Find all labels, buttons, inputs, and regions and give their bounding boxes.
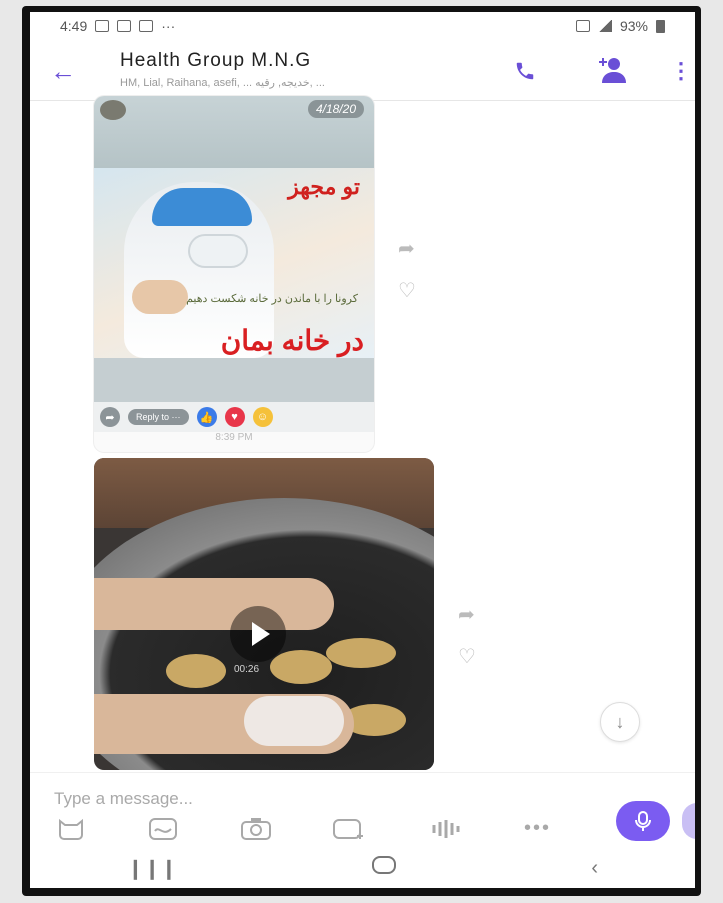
scroll-down-button[interactable]: ↓	[600, 702, 640, 742]
battery-level: 93%	[619, 18, 648, 34]
forward-icon[interactable]: ➦	[398, 236, 415, 261]
video-duration: 00:26	[234, 664, 260, 675]
recent-apps-icon[interactable]: ❙❙❙	[127, 856, 177, 881]
signal-icon	[597, 20, 612, 32]
reaction-bar: ➦ Reply to ··· 👍 ♥ ☺	[94, 402, 374, 432]
home-icon[interactable]	[371, 855, 397, 881]
microphone-icon	[635, 811, 651, 831]
audio-wave-icon[interactable]	[430, 817, 460, 846]
face-mask	[190, 236, 246, 266]
image-icon	[117, 20, 132, 32]
status-right: 93%	[575, 18, 665, 34]
play-button[interactable]	[230, 606, 286, 662]
microphone-button[interactable]	[616, 801, 670, 841]
message-time: 8:39 PM	[215, 432, 253, 443]
more-options-icon[interactable]: •••	[524, 817, 551, 840]
reply-pill[interactable]: Reply to ···	[128, 409, 189, 425]
doodle-icon[interactable]	[148, 817, 178, 846]
chat-header: ← Health Group M.N.G HM, Lial, Raihana, …	[30, 42, 695, 101]
more-vert-icon[interactable]: ⋮	[670, 58, 692, 84]
caption-area	[94, 358, 374, 402]
status-bar: 4:49 ··· 93%	[30, 12, 695, 40]
poster-headline: در خانه بمان	[220, 325, 364, 356]
message-image-bubble[interactable]: 4/18/20 تو مجهز کرونا را با ماندن در خان…	[94, 96, 374, 452]
message-video-bubble[interactable]: 00:26	[94, 458, 434, 770]
clock: 4:49	[60, 18, 88, 34]
status-left: 4:49 ···	[60, 18, 175, 34]
laugh-reaction-icon[interactable]: ☺	[252, 407, 273, 427]
back-nav-icon[interactable]: ‹	[591, 857, 598, 880]
add-person-icon[interactable]	[596, 56, 626, 90]
like-reaction-icon[interactable]: 👍	[196, 407, 217, 427]
chat-members: HM, Lial, Raihana, asefi, ... خدیجه, رقی…	[120, 77, 325, 89]
forwarded-header: 4/18/20	[94, 96, 374, 168]
phone-icon[interactable]	[514, 60, 536, 88]
gif-icon[interactable]	[332, 817, 366, 846]
potato	[270, 650, 332, 684]
heart-icon[interactable]: ♡	[458, 644, 476, 669]
poster-top-text: تو مجهز	[288, 174, 360, 199]
message-composer: •••	[30, 772, 695, 845]
forward-icon[interactable]: ➦	[458, 602, 475, 627]
poster-image[interactable]: تو مجهز کرونا را با ماندن در خانه شکست د…	[94, 168, 374, 358]
date-badge: 4/18/20	[307, 100, 364, 118]
foam	[244, 696, 344, 746]
data-icon	[575, 20, 590, 32]
heart-icon[interactable]: ♡	[398, 278, 416, 303]
phone-screen: 4:49 ··· 93% ← Health Group M.N.G HM, Li…	[30, 12, 695, 888]
potato	[166, 654, 226, 688]
avatar	[100, 100, 126, 120]
more-notifications: ···	[161, 18, 176, 34]
sticker-icon[interactable]	[56, 817, 86, 846]
message-input[interactable]	[52, 783, 556, 815]
play-icon	[252, 622, 270, 646]
share-icon[interactable]: ➦	[100, 407, 120, 427]
chat-title[interactable]: Health Group M.N.G	[120, 50, 311, 72]
battery-icon	[656, 19, 665, 33]
youtube-icon	[139, 20, 154, 32]
poster-mid-text: کرونا را با ماندن در خانه شکست دهیم	[186, 293, 358, 305]
washing-arm	[94, 578, 334, 630]
pointing-hand	[132, 280, 188, 314]
camera-icon[interactable]	[240, 817, 272, 846]
secondary-action[interactable]	[682, 803, 695, 839]
potato	[326, 638, 396, 668]
surgical-cap	[152, 188, 252, 226]
love-reaction-icon[interactable]: ♥	[224, 407, 245, 427]
arrow-left-icon[interactable]: ←	[50, 56, 76, 87]
gallery-icon	[95, 20, 110, 32]
system-nav-bar: ❙❙❙ ‹	[30, 848, 695, 888]
